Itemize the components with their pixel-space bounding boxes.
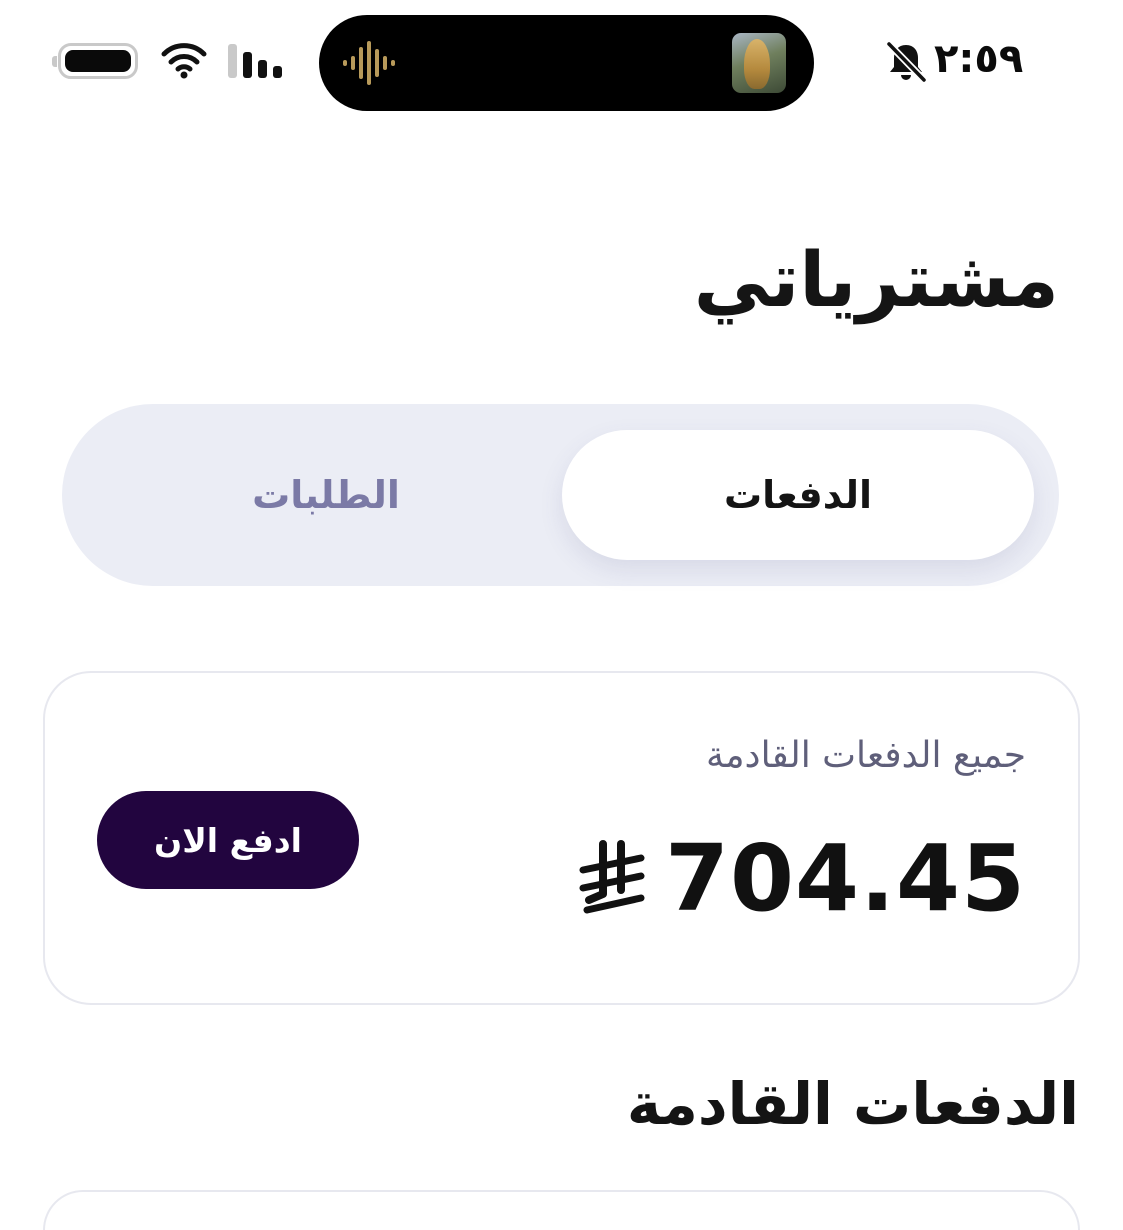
cellular-signal-icon [228, 44, 282, 78]
bell-slash-icon [885, 40, 928, 84]
summary-label: جميع الدفعات القادمة [705, 735, 1026, 776]
status-time: ٢:٥٩ [934, 36, 1024, 82]
summary-amount: 704.45 [664, 824, 1026, 932]
payment-card[interactable] [43, 1190, 1080, 1230]
battery-icon [52, 43, 138, 79]
summary-amount-row: 704.45 [577, 823, 1026, 933]
dynamic-island[interactable] [319, 15, 814, 111]
pay-now-button[interactable]: ادفع الان [97, 791, 359, 889]
upcoming-payments-heading: الدفعات القادمة [626, 1070, 1079, 1138]
tab-payments[interactable]: الدفعات [562, 430, 1034, 560]
battery-level [65, 50, 131, 72]
wifi-icon [161, 43, 207, 79]
falcon-image [744, 39, 770, 89]
status-bar: ٢:٥٩ [0, 0, 1123, 130]
now-playing-thumbnail[interactable] [732, 33, 786, 93]
audio-waveform-icon [343, 41, 395, 85]
saudi-riyal-icon [579, 840, 645, 914]
tab-orders[interactable]: الطلبات [90, 430, 562, 560]
upcoming-payments-summary-card: جميع الدفعات القادمة 704.45 ادفع الان [43, 671, 1080, 1005]
tabs-segmented-control: الدفعات الطلبات [62, 404, 1059, 586]
page-title: مشترياتي [693, 235, 1059, 324]
